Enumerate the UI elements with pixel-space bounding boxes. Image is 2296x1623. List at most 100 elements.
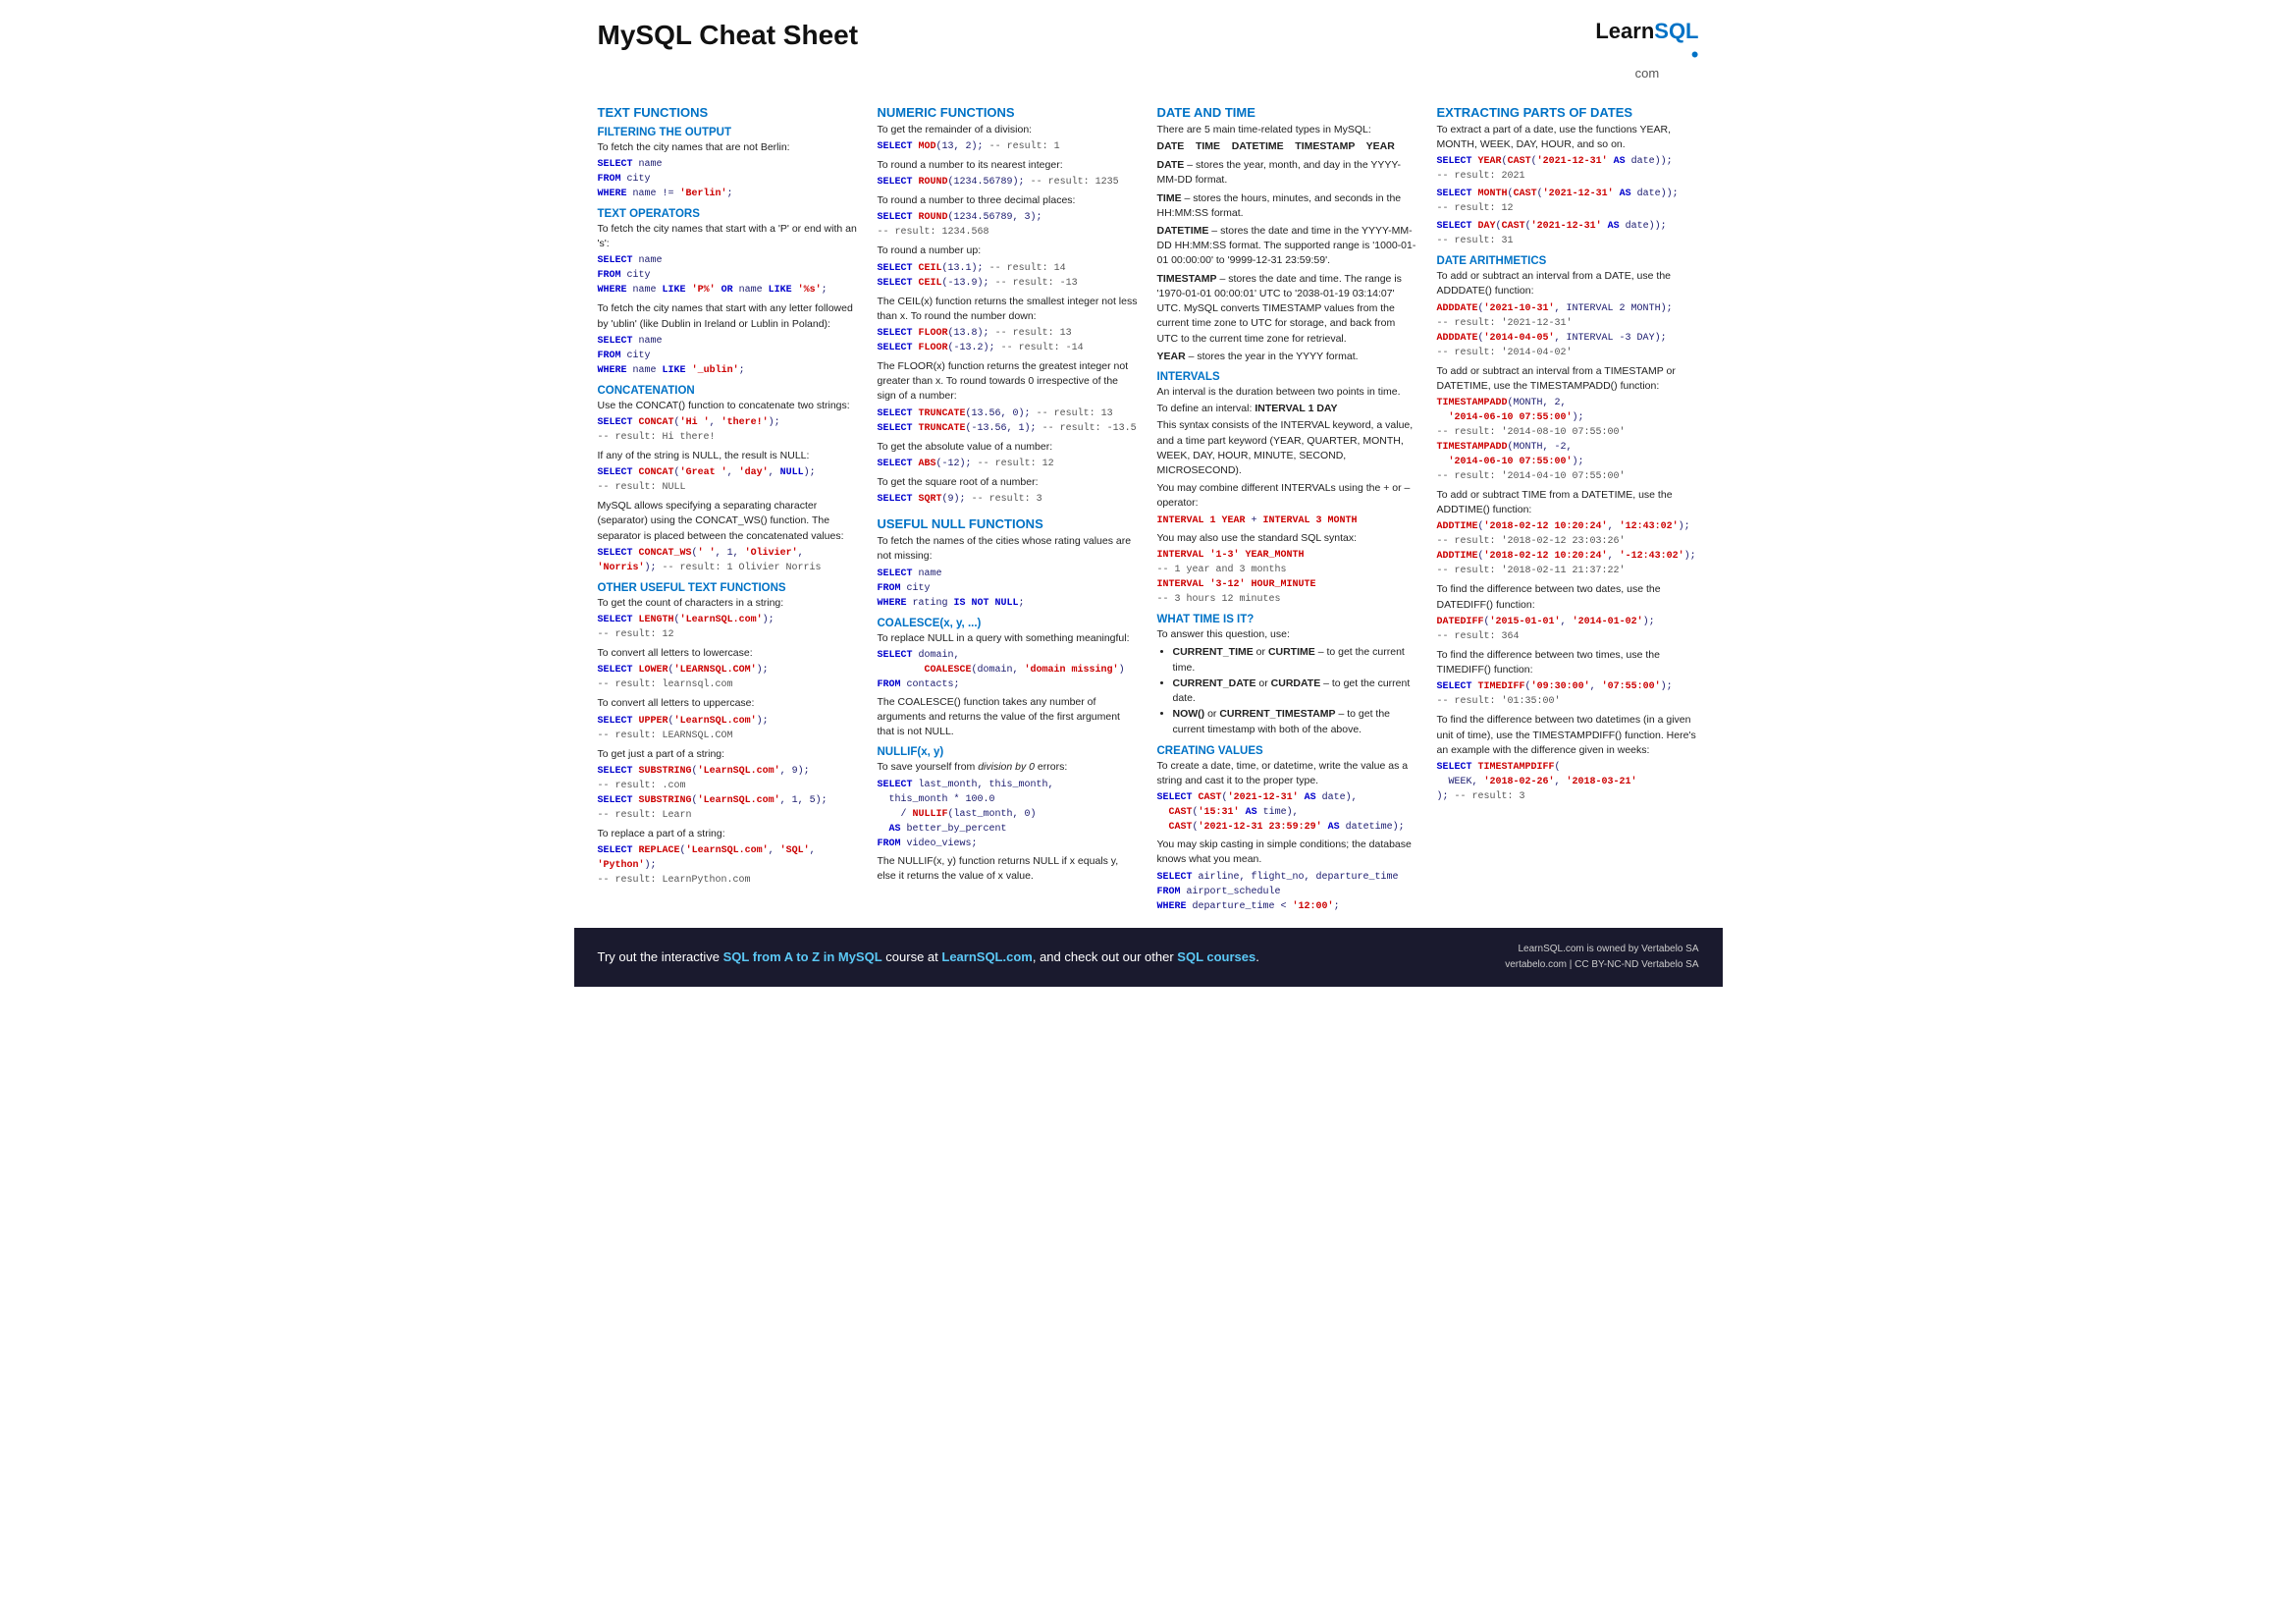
datetime-intro: There are 5 main time-related types in M… — [1157, 123, 1419, 137]
year-extract-code: SELECT YEAR(CAST('2021-12-31' AS date));… — [1437, 154, 1699, 184]
abs-code: SELECT ABS(-12); -- result: 12 — [878, 457, 1140, 471]
timestamp-desc: TIMESTAMP – stores the date and time. Th… — [1157, 272, 1419, 347]
filtering-desc: To fetch the city names that are not Ber… — [598, 140, 860, 155]
floor-explain: The FLOOR(x) function returns the greate… — [878, 359, 1140, 405]
now-item: NOW() or CURRENT_TIMESTAMP – to get the … — [1173, 707, 1419, 738]
upper-desc: To convert all letters to uppercase: — [598, 696, 860, 711]
round-desc2: To round a number to three decimal place… — [878, 193, 1140, 208]
logo-dot: • — [1691, 42, 1699, 67]
coalesce-desc: To replace NULL in a query with somethin… — [878, 631, 1140, 646]
footer-right-line1: LearnSQL.com is owned by Vertabelo SA — [1519, 944, 1699, 954]
what-time-list: CURRENT_TIME or CURTIME – to get the cur… — [1157, 645, 1419, 738]
logo-sql: SQL — [1654, 19, 1698, 43]
text-functions-title: TEXT FUNCTIONS — [598, 105, 860, 120]
creating-desc: To create a date, time, or datetime, wri… — [1157, 759, 1419, 788]
lower-desc: To convert all letters to lowercase: — [598, 646, 860, 661]
coalesce-code: SELECT domain, COALESCE(domain, 'domain … — [878, 648, 1140, 692]
concat-code1: SELECT CONCAT('Hi ', 'there!'); -- resul… — [598, 415, 860, 445]
what-time-desc: To answer this question, use: — [1157, 627, 1419, 642]
creating-code2: SELECT airline, flight_no, departure_tim… — [1157, 870, 1419, 914]
time-desc: TIME – stores the hours, minutes, and se… — [1157, 191, 1419, 221]
concat-desc3: MySQL allows specifying a separating cha… — [598, 499, 860, 544]
timestampdiff-desc: To find the difference between two datet… — [1437, 713, 1699, 758]
ceil-code: SELECT CEIL(13.1); -- result: 14 SELECT … — [878, 261, 1140, 291]
footer-right-line2: vertabelo.com | CC BY-NC-ND Vertabelo SA — [1505, 959, 1698, 970]
text-op-desc2: To fetch the city names that start with … — [598, 301, 860, 331]
creating-explain: You may skip casting in simple condition… — [1157, 838, 1419, 867]
substring-desc: To get just a part of a string: — [598, 747, 860, 762]
mod-code: SELECT MOD(13, 2); -- result: 1 — [878, 139, 1140, 154]
null-desc: To fetch the names of the cities whose r… — [878, 534, 1140, 564]
footer-right: LearnSQL.com is owned by Vertabelo SA ve… — [1505, 942, 1698, 973]
datetime-title: DATE AND TIME — [1157, 105, 1419, 120]
datediff-code: DATEDIFF('2015-01-01', '2014-01-02'); --… — [1437, 615, 1699, 644]
adddate-desc: To add or subtract an interval from a DA… — [1437, 269, 1699, 298]
timestampadd-code: TIMESTAMPADD(MONTH, 2, '2014-06-10 07:55… — [1437, 396, 1699, 484]
footer: Try out the interactive SQL from A to Z … — [574, 928, 1723, 987]
substring-code2: SELECT SUBSTRING('LearnSQL.com', 1, 5); … — [598, 793, 860, 823]
round-code1: SELECT ROUND(1234.56789); -- result: 123… — [878, 175, 1140, 189]
footer-text-end: , and check out our other — [1033, 949, 1177, 964]
date-desc: DATE – stores the year, month, and day i… — [1157, 158, 1419, 188]
null-functions-title: USEFUL NULL FUNCTIONS — [878, 516, 1140, 531]
interval-desc2: To define an interval: INTERVAL 1 DAY — [1157, 402, 1419, 416]
timediff-code: SELECT TIMEDIFF('09:30:00', '07:55:00');… — [1437, 679, 1699, 709]
interval-code2: INTERVAL '1-3' YEAR_MONTH -- 1 year and … — [1157, 548, 1419, 607]
column-extracting: EXTRACTING PARTS OF DATES To extract a p… — [1437, 95, 1699, 914]
current-time-item: CURRENT_TIME or CURTIME – to get the cur… — [1173, 645, 1419, 676]
filtering-output-title: FILTERING THE OUTPUT — [598, 127, 860, 138]
round-code2: SELECT ROUND(1234.56789, 3); -- result: … — [878, 210, 1140, 240]
page-title: MySQL Cheat Sheet — [598, 20, 859, 51]
coalesce-explain: The COALESCE() function takes any number… — [878, 695, 1140, 740]
interval-desc1: An interval is the duration between two … — [1157, 385, 1419, 400]
logo: LearnSQL •com — [1595, 20, 1698, 81]
abs-desc: To get the absolute value of a number: — [878, 440, 1140, 455]
text-operators-title: TEXT OPERATORS — [598, 208, 860, 220]
nullif-desc: To save yourself from division by 0 erro… — [878, 760, 1140, 775]
datetime-types: DATE TIME DATETIME TIMESTAMP YEAR — [1157, 139, 1419, 154]
interval-code1: INTERVAL 1 YEAR + INTERVAL 3 MONTH — [1157, 514, 1419, 528]
columns-container: TEXT FUNCTIONS FILTERING THE OUTPUT To f… — [598, 95, 1699, 914]
filtering-code: SELECT name FROM city WHERE name != 'Ber… — [598, 157, 860, 201]
footer-link3[interactable]: SQL courses — [1177, 949, 1255, 964]
interval-combine: You may combine different INTERVALs usin… — [1157, 481, 1419, 511]
ceil-explain: The CEIL(x) function returns the smalles… — [878, 295, 1140, 324]
footer-text-final: . — [1255, 949, 1259, 964]
footer-text: Try out the interactive SQL from A to Z … — [598, 949, 1259, 964]
footer-text-start: Try out the interactive — [598, 949, 723, 964]
coalesce-title: COALESCE(x, y, ...) — [878, 618, 1140, 629]
timestampadd-desc: To add or subtract an interval from a TI… — [1437, 364, 1699, 394]
nullif-explain: The NULLIF(x, y) function returns NULL i… — [878, 854, 1140, 884]
logo-learn: Learn — [1595, 19, 1654, 43]
day-extract-code: SELECT DAY(CAST('2021-12-31' AS date)); … — [1437, 219, 1699, 248]
length-desc: To get the count of characters in a stri… — [598, 596, 860, 611]
replace-code: SELECT REPLACE('LearnSQL.com', 'SQL', 'P… — [598, 843, 860, 888]
footer-link1[interactable]: SQL from A to Z in MySQL — [723, 949, 882, 964]
concat-desc2: If any of the string is NULL, the result… — [598, 449, 860, 463]
extracting-title: EXTRACTING PARTS OF DATES — [1437, 105, 1699, 120]
lower-code: SELECT LOWER('LEARNSQL.COM'); -- result:… — [598, 663, 860, 692]
text-op-desc1: To fetch the city names that start with … — [598, 222, 860, 251]
numeric-functions-title: NUMERIC FUNCTIONS — [878, 105, 1140, 120]
datetime-desc: DATETIME – stores the date and time in t… — [1157, 224, 1419, 269]
interval-desc3: This syntax consists of the INTERVAL key… — [1157, 418, 1419, 478]
concat-code3: SELECT CONCAT_WS(' ', 1, 'Olivier', 'Nor… — [598, 546, 860, 575]
interval-std: You may also use the standard SQL syntax… — [1157, 531, 1419, 546]
floor-code: SELECT FLOOR(13.8); -- result: 13 SELECT… — [878, 326, 1140, 355]
footer-link2[interactable]: LearnSQL.com — [941, 949, 1032, 964]
timestampdiff-code: SELECT TIMESTAMPDIFF( WEEK, '2018-02-26'… — [1437, 760, 1699, 804]
addtime-desc: To add or subtract TIME from a DATETIME,… — [1437, 488, 1699, 517]
nullif-code: SELECT last_month, this_month, this_mont… — [878, 778, 1140, 851]
creating-code: SELECT CAST('2021-12-31' AS date), CAST(… — [1157, 790, 1419, 835]
column-numeric: NUMERIC FUNCTIONS To get the remainder o… — [878, 95, 1140, 914]
creating-values-title: CREATING VALUES — [1157, 745, 1419, 757]
text-op-code2: SELECT name FROM city WHERE name LIKE '_… — [598, 334, 860, 378]
addtime-code: ADDTIME('2018-02-12 10:20:24', '12:43:02… — [1437, 519, 1699, 578]
adddate-code: ADDDATE('2021-10-31', INTERVAL 2 MONTH);… — [1437, 301, 1699, 360]
round-desc1: To round a number to its nearest integer… — [878, 158, 1140, 173]
sqrt-desc: To get the square root of a number: — [878, 475, 1140, 490]
current-date-item: CURRENT_DATE or CURDATE – to get the cur… — [1173, 676, 1419, 708]
column-datetime: DATE AND TIME There are 5 main time-rela… — [1157, 95, 1419, 914]
timediff-desc: To find the difference between two times… — [1437, 648, 1699, 677]
sqrt-code: SELECT SQRT(9); -- result: 3 — [878, 492, 1140, 507]
